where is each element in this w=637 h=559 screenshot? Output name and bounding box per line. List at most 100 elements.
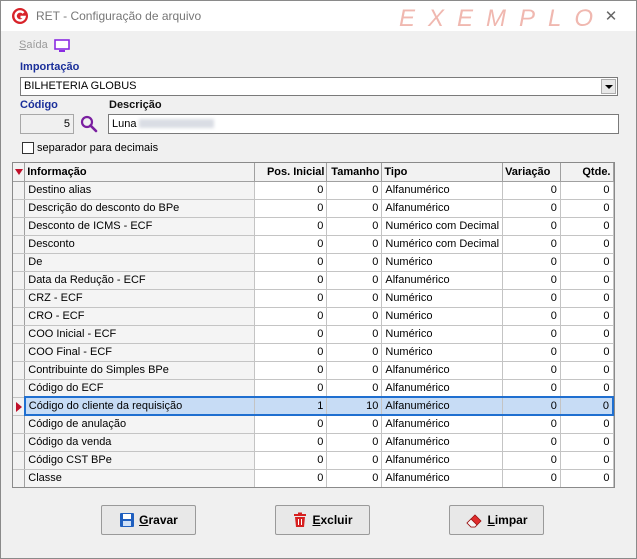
table-row[interactable]: Código CST BPe 0 0 Alfanumérico 0 0 (13, 451, 614, 470)
cell-pos-inicial[interactable]: 0 (254, 199, 328, 218)
cell-tamanho[interactable]: 0 (326, 343, 383, 362)
table-row[interactable]: Desconto 0 0 Numérico com Decimal 0 0 (13, 235, 614, 254)
table-row[interactable]: CRO - ECF 0 0 Numérico 0 0 (13, 307, 614, 326)
cell-tamanho[interactable]: 0 (326, 307, 383, 326)
cell-info[interactable]: Data da Redução - ECF (24, 271, 255, 290)
col-pos-inicial[interactable]: Pos. Inicial (254, 163, 328, 182)
row-indicator[interactable] (13, 379, 26, 398)
row-indicator[interactable] (13, 469, 26, 487)
row-indicator[interactable] (13, 253, 26, 272)
cell-tipo[interactable]: Alfanumérico (381, 181, 504, 200)
col-tipo[interactable]: Tipo (381, 163, 504, 182)
cell-pos-inicial[interactable]: 0 (254, 469, 328, 487)
cell-variacao[interactable]: 0 (502, 379, 561, 398)
cell-info[interactable]: Contribuinte do Simples BPe (24, 361, 255, 380)
descricao-field[interactable]: Luna (108, 114, 619, 134)
cell-tamanho[interactable]: 0 (326, 235, 383, 254)
cell-qtde[interactable]: 0 (560, 451, 614, 470)
row-indicator[interactable] (13, 217, 26, 236)
table-row[interactable]: Data da Redução - ECF 0 0 Alfanumérico 0 0 (13, 271, 614, 290)
cell-variacao[interactable]: 0 (502, 415, 561, 434)
row-indicator[interactable] (13, 271, 26, 290)
monitor-icon[interactable] (54, 39, 70, 53)
cell-qtde[interactable]: 0 (560, 217, 614, 236)
cell-tipo[interactable]: Alfanumérico (381, 361, 504, 380)
cell-variacao[interactable]: 0 (502, 396, 561, 416)
chevron-down-icon[interactable] (601, 79, 616, 94)
importacao-select[interactable]: BILHETERIA GLOBUS (20, 77, 618, 96)
cell-tipo[interactable]: Alfanumérico (381, 396, 504, 416)
row-indicator[interactable] (13, 181, 26, 200)
col-tamanho[interactable]: Tamanho (326, 163, 383, 182)
row-indicator[interactable] (13, 415, 26, 434)
cell-variacao[interactable]: 0 (502, 307, 561, 326)
cell-variacao[interactable]: 0 (502, 271, 561, 290)
cell-info[interactable]: Código do ECF (24, 379, 255, 398)
cell-qtde[interactable]: 0 (560, 181, 614, 200)
row-indicator[interactable] (13, 361, 26, 380)
decimal-separator-checkbox[interactable] (22, 142, 34, 154)
cell-info[interactable]: Código do cliente da requisição (23, 396, 255, 416)
cell-info[interactable]: Código da venda (24, 433, 255, 452)
gravar-button[interactable]: Gravar (101, 505, 196, 535)
cell-tamanho[interactable]: 0 (326, 433, 383, 452)
cell-pos-inicial[interactable]: 0 (254, 289, 328, 308)
cell-tipo[interactable]: Alfanumérico (381, 415, 504, 434)
codigo-field[interactable]: 5 (20, 114, 74, 134)
cell-info[interactable]: Código de anulação (24, 415, 255, 434)
cell-info[interactable]: Descrição do desconto do BPe (24, 199, 255, 218)
table-row[interactable]: Código do cliente da requisição 1 10 Alfanu… (13, 396, 614, 416)
table-row[interactable]: Código do ECF 0 0 Alfanumérico 0 0 (13, 379, 614, 398)
cell-variacao[interactable]: 0 (502, 433, 561, 452)
cell-tamanho[interactable]: 0 (326, 253, 383, 272)
cell-tamanho[interactable]: 0 (326, 325, 383, 344)
cell-tipo[interactable]: Numérico (381, 343, 504, 362)
cell-tamanho[interactable]: 10 (326, 396, 383, 416)
col-variacao[interactable]: Variação (502, 163, 561, 182)
cell-tamanho[interactable]: 0 (326, 217, 383, 236)
table-row[interactable]: Código de anulação 0 0 Alfanumérico 0 0 (13, 415, 614, 434)
cell-pos-inicial[interactable]: 0 (254, 361, 328, 380)
cell-pos-inicial[interactable]: 0 (254, 415, 328, 434)
cell-variacao[interactable]: 0 (502, 253, 561, 272)
row-indicator[interactable] (13, 199, 26, 218)
fields-grid[interactable]: Informação Pos. Inicial Tamanho Tipo Var… (12, 162, 615, 488)
cell-pos-inicial[interactable]: 0 (254, 433, 328, 452)
col-qtde[interactable]: Qtde. (560, 163, 614, 182)
cell-tamanho[interactable]: 0 (326, 469, 383, 487)
cell-qtde[interactable]: 0 (560, 396, 614, 416)
row-indicator[interactable] (13, 235, 26, 254)
row-indicator[interactable] (13, 451, 26, 470)
cell-tipo[interactable]: Numérico (381, 307, 504, 326)
cell-qtde[interactable]: 0 (560, 343, 614, 362)
cell-tipo[interactable]: Alfanumérico (381, 379, 504, 398)
cell-qtde[interactable]: 0 (560, 415, 614, 434)
cell-tamanho[interactable]: 0 (326, 361, 383, 380)
cell-qtde[interactable]: 0 (560, 271, 614, 290)
table-row[interactable]: Contribuinte do Simples BPe 0 0 Alfanuméric… (13, 361, 614, 380)
row-indicator[interactable] (13, 343, 26, 362)
cell-variacao[interactable]: 0 (502, 451, 561, 470)
col-informacao[interactable]: Informação (24, 163, 255, 182)
cell-tamanho[interactable]: 0 (326, 181, 383, 200)
row-indicator[interactable] (13, 307, 26, 326)
row-indicator[interactable] (13, 396, 26, 416)
table-row[interactable]: COO Inicial - ECF 0 0 Numérico 0 0 (13, 325, 614, 344)
cell-qtde[interactable]: 0 (560, 469, 614, 487)
cell-qtde[interactable]: 0 (560, 325, 614, 344)
cell-tamanho[interactable]: 0 (326, 379, 383, 398)
cell-tipo[interactable]: Alfanumérico (381, 433, 504, 452)
table-row[interactable]: CRZ - ECF 0 0 Numérico 0 0 (13, 289, 614, 308)
table-row[interactable]: Descrição do desconto do BPe 0 0 Alfanuméri… (13, 199, 614, 218)
cell-tamanho[interactable]: 0 (326, 415, 383, 434)
table-row[interactable]: De 0 0 Numérico 0 0 (13, 253, 614, 272)
cell-tipo[interactable]: Numérico (381, 325, 504, 344)
cell-tamanho[interactable]: 0 (326, 199, 383, 218)
cell-pos-inicial[interactable]: 1 (254, 396, 328, 416)
excluir-button[interactable]: Excluir (275, 505, 370, 535)
cell-variacao[interactable]: 0 (502, 289, 561, 308)
cell-qtde[interactable]: 0 (560, 361, 614, 380)
cell-tipo[interactable]: Numérico com Decimal (381, 217, 504, 236)
cell-tipo[interactable]: Numérico com Decimal (381, 235, 504, 254)
cell-qtde[interactable]: 0 (560, 379, 614, 398)
